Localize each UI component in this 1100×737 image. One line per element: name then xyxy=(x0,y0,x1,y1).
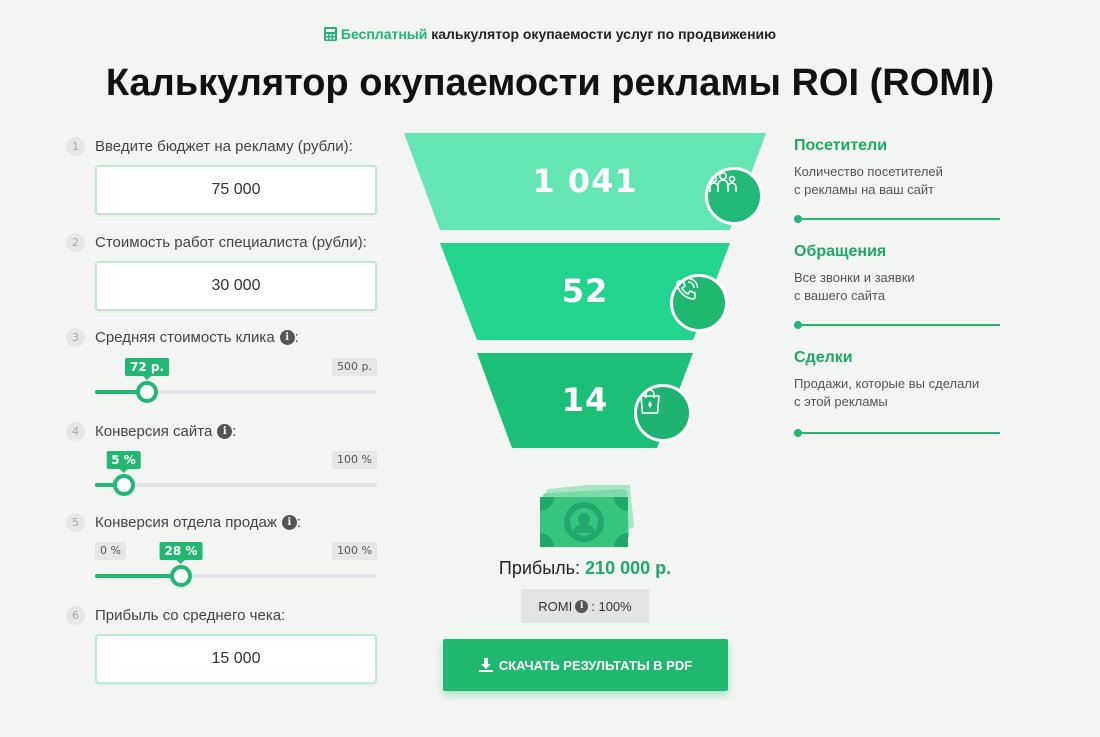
slider-max-label: 100 % xyxy=(332,542,377,560)
requests-count: 52 xyxy=(561,272,609,310)
legend-title: Посетители xyxy=(794,137,888,154)
tagline-highlight: Бесплатный xyxy=(340,26,428,42)
step-number: 2 xyxy=(66,233,85,252)
legend-title: Обращения xyxy=(794,243,887,260)
slider-handle[interactable] xyxy=(170,565,192,587)
page-title: Калькулятор окупаемости рекламы ROI (ROM… xyxy=(105,62,995,104)
profit-label: Прибыль: xyxy=(498,558,581,578)
slider-value-badge: 72 р. xyxy=(124,358,170,380)
profit-summary: Прибыль: 210 000 р. xyxy=(404,558,766,579)
conversion-funnel: 1 041 52 14 xyxy=(404,133,766,449)
shopping-bag-icon xyxy=(634,384,692,442)
calculator-icon xyxy=(323,27,337,41)
legend-deals: Сделки Продажи, которые вы сделали с это… xyxy=(794,349,1000,437)
romi-value: : 100% xyxy=(591,598,632,614)
step-4-label: 4 Конверсия сайта i: xyxy=(66,422,236,441)
legend-line xyxy=(798,218,1000,220)
info-icon[interactable]: i xyxy=(279,330,295,345)
slider-value-badge: 28 % xyxy=(159,542,203,564)
slider-handle[interactable] xyxy=(136,381,158,403)
avg-check-profit-input[interactable] xyxy=(95,634,377,684)
site-conversion-label: Конверсия сайта xyxy=(95,423,213,440)
specialist-cost-label: Стоимость работ специалиста (рубли): xyxy=(95,234,367,251)
budget-label: Введите бюджет на рекламу (рубли): xyxy=(95,138,353,155)
step-number: 5 xyxy=(66,513,85,532)
profit-value: 210 000 р. xyxy=(585,558,672,578)
click-cost-slider[interactable]: 72 р. 500 р. xyxy=(95,358,377,408)
download-icon xyxy=(478,658,493,672)
slider-fill xyxy=(95,574,181,578)
info-icon[interactable]: i xyxy=(281,515,297,530)
sales-conversion-label: Конверсия отдела продаж xyxy=(95,514,277,531)
site-conversion-slider[interactable]: 5 % 100 % xyxy=(95,451,377,501)
specialist-cost-input[interactable] xyxy=(95,261,377,311)
step-3-label: 3 Средняя стоимость клика i: xyxy=(66,328,299,347)
legend-line xyxy=(798,324,1000,326)
slider-max-label: 100 % xyxy=(332,451,377,469)
visitors-icon xyxy=(705,167,763,225)
info-icon[interactable]: i xyxy=(217,424,233,439)
phone-icon xyxy=(670,274,728,332)
download-label: СКАЧАТЬ РЕЗУЛЬТАТЫ В PDF xyxy=(498,657,693,673)
click-cost-label: Средняя стоимость клика xyxy=(95,329,275,346)
legend-description: Количество посетителей с рекламы на ваш … xyxy=(794,164,943,197)
romi-badge: ROMI i : 100% xyxy=(521,589,649,623)
slider-handle[interactable] xyxy=(112,474,135,496)
legend-requests: Обращения Все звонки и заявки с вашего с… xyxy=(794,243,1000,329)
step-number: 6 xyxy=(66,606,85,625)
step-1-label: 1 Введите бюджет на рекламу (рубли): xyxy=(66,137,353,156)
download-pdf-button[interactable]: СКАЧАТЬ РЕЗУЛЬТАТЫ В PDF xyxy=(443,639,728,691)
budget-input[interactable] xyxy=(95,165,377,215)
step-number: 4 xyxy=(66,422,85,441)
header-tagline: Бесплатный калькулятор окупаемости услуг… xyxy=(0,26,1100,42)
legend-description: Все звонки и заявки с вашего сайта xyxy=(794,270,915,303)
step-number: 1 xyxy=(66,137,85,156)
slider-track[interactable] xyxy=(95,483,377,487)
slider-min-label: 0 % xyxy=(95,542,126,560)
info-icon[interactable]: i xyxy=(575,599,589,613)
step-2-label: 2 Стоимость работ специалиста (рубли): xyxy=(66,233,367,252)
money-banknote-icon xyxy=(540,485,634,547)
legend-description: Продажи, которые вы сделали с этой рекла… xyxy=(794,376,980,409)
legend-title: Сделки xyxy=(794,349,853,366)
legend-line xyxy=(798,432,1000,434)
visitors-count: 1 041 xyxy=(532,162,638,200)
avg-check-profit-label: Прибыль со среднего чека: xyxy=(95,607,286,624)
romi-label: ROMI xyxy=(538,598,573,614)
step-number: 3 xyxy=(66,328,85,347)
tagline-text: калькулятор окупаемости услуг по продвиж… xyxy=(431,26,777,42)
step-5-label: 5 Конверсия отдела продаж i: xyxy=(66,513,301,532)
step-6-label: 6 Прибыль со среднего чека: xyxy=(66,606,285,625)
sales-conversion-slider[interactable]: 0 % 28 % 100 % xyxy=(95,542,377,592)
slider-value-badge: 5 % xyxy=(106,451,141,473)
legend-visitors: Посетители Количество посетителей с рекл… xyxy=(794,137,1000,223)
slider-max-label: 500 р. xyxy=(332,358,377,376)
